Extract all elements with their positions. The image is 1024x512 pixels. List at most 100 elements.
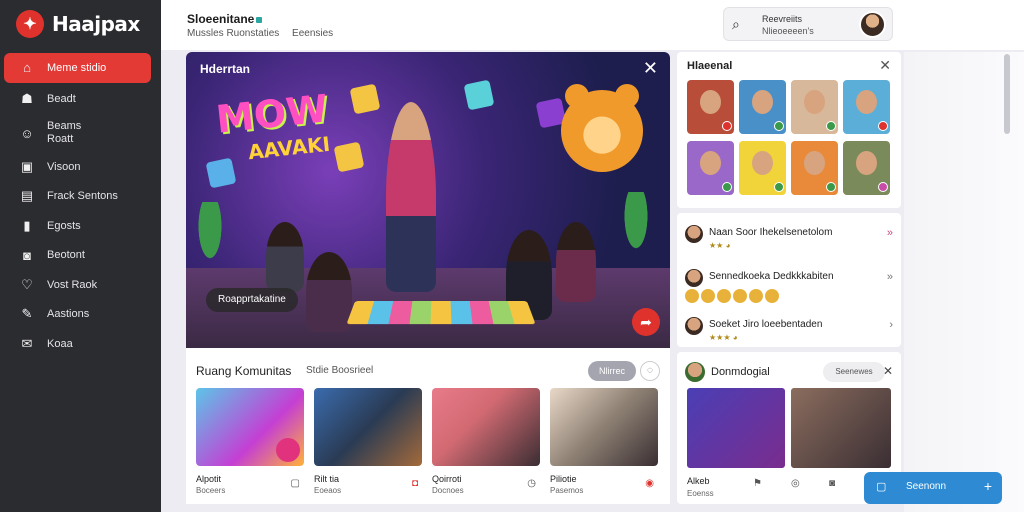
sidebar-item-label: Vost Raok [47,278,98,291]
status-badge [826,182,836,192]
sidebar-item-koaa[interactable]: ✉ Koaa [0,329,161,359]
brand-logo-icon: ✦ [16,10,44,38]
scrollbar[interactable] [1004,54,1010,134]
fab-label[interactable]: Seenonn [906,481,946,492]
close-icon[interactable]: ✕ [879,57,891,74]
avatar [685,317,703,335]
chat-row[interactable]: Sennedkoeka Dedkkkabiten » [685,269,895,309]
floating-action-bar[interactable]: ▢ Seenonn + [864,472,1002,504]
user-avatar[interactable] [859,11,886,38]
sidebar-item-label: Koaa [47,337,73,350]
card-title: Rilt tia [314,474,340,484]
close-icon[interactable]: ✕ [643,58,658,79]
chat-meta: ★★★ ◕ [709,333,738,342]
friend-avatar[interactable] [739,80,786,134]
sidebar-item-meme-studio[interactable]: ⌂ Meme stidio [4,53,151,83]
layers-icon: ▤ [20,188,34,204]
sidebar-item-vost-raok[interactable]: ♡ Vost Raok [0,270,161,300]
presenter-figure [386,102,436,292]
close-icon[interactable]: ✕ [883,364,893,378]
digital-thumbnail[interactable] [687,388,785,468]
brand[interactable]: ✦ Haajpax [0,0,161,48]
sidebar-item-beadt[interactable]: ☗ Beadt [0,85,161,115]
plant-decoration [190,202,230,282]
share-button[interactable]: ➦ [632,308,660,336]
clock-icon[interactable]: ◷ [527,478,536,489]
reaction-avatar [701,289,715,303]
cube-decoration [463,79,495,111]
community-card[interactable]: Rilt tia Eoeaos ◘ [314,388,422,495]
friend-avatar[interactable] [791,141,838,195]
bell-icon[interactable]: ◙ [829,478,835,489]
friend-avatar[interactable] [843,141,890,195]
sidebar-item-beotont[interactable]: ◙ Beotont [0,241,161,271]
digital-action-button[interactable]: Seenewes [823,362,885,382]
comment-icon[interactable]: ◎ [791,478,800,489]
page-title: Sloeenitane [187,12,263,26]
bell-icon: ▮ [23,217,31,233]
hero-chip[interactable]: Roapprtakatine [206,288,298,312]
community-card[interactable]: Alpotit Boceers ▢ [196,388,304,495]
card-title: Alpotit [196,474,222,484]
chevron-right-icon[interactable]: » [887,227,893,239]
friend-avatar[interactable] [687,80,734,134]
share-icon: ➦ [640,314,652,330]
search-line-2: Nlieoeeeen's [762,26,814,36]
record-icon[interactable]: ◉ [645,478,654,489]
chevron-right-icon[interactable]: › [889,319,893,331]
more-icon: ◌ [647,365,653,376]
sidebar-item-frack[interactable]: ▤ Frack Sentons [0,182,161,212]
notification-icon[interactable]: ◘ [412,478,418,489]
sidebar-item-label: Meme stidio [47,61,107,74]
community-action-button[interactable]: Nlirrec [588,361,636,381]
digital-sublabel: Eoenss [687,489,714,498]
verified-icon [256,16,263,23]
friend-avatar[interactable] [791,80,838,134]
bookmark-icon[interactable]: ▢ [291,478,300,489]
community-more-button[interactable]: ◌ [640,361,660,381]
chevron-right-icon[interactable]: » [887,271,893,283]
avatar [685,225,703,243]
cube-decoration [349,83,381,115]
sidebar-item-aastions[interactable]: ✎ Aastions [0,300,161,330]
friends-title: Hlaeenal [687,60,733,72]
friend-avatar[interactable] [739,141,786,195]
card-subtitle: Boceers [196,486,226,495]
avatar [685,362,705,382]
audience-figure [556,222,596,302]
audience-figure [266,222,304,292]
plant-decoration [616,192,656,272]
card-thumbnail [432,388,540,466]
sidebar-item-label: Frack Sentons [47,190,118,203]
community-card[interactable]: Piliotie Pasemos ◉ [550,388,658,495]
add-icon[interactable]: + [984,478,992,494]
sidebar-item-visoon[interactable]: ▣ Visoon [0,152,161,182]
digital-thumbnail[interactable] [791,388,891,468]
subtitle-a[interactable]: Mussles Ruonstaties [187,28,279,39]
hero-banner[interactable]: MOW AAVAKI Hderrtan ✕ Roapprtakatine ➦ [186,52,670,348]
community-card[interactable]: Qoirroti Docnoes ◷ [432,388,540,495]
new-window-icon[interactable]: ▢ [876,480,886,493]
chat-row[interactable]: Naan Soor Ihekelsenetolom ★★ ◕ » [685,225,895,255]
search-box[interactable]: ⌕ Reevreiits Nlieoeeeen's [723,7,893,41]
card-thumbnail [196,388,304,466]
friend-avatar[interactable] [843,80,890,134]
sidebar-item-egosts[interactable]: ▮ Egosts [0,211,161,241]
community-subtitle: Stdie Boosrieel [306,365,374,376]
reaction-avatar [749,289,763,303]
card-subtitle: Eoeaos [314,486,342,495]
search-icon: ⌕ [732,16,740,32]
message-icon: ✉ [21,335,33,351]
people-icon: ☺ [20,125,34,141]
mascot-bear-illustration [561,84,643,172]
cube-decoration [333,141,365,173]
friend-avatar[interactable] [687,141,734,195]
pin-icon[interactable]: ⚑ [753,478,762,489]
community-cards: Alpotit Boceers ▢ Rilt tia Eoeaos ◘ Qoir… [196,388,658,495]
subtitle-b[interactable]: Eeensies [292,28,333,39]
chat-meta: ★★ ◕ [709,241,731,250]
chat-row[interactable]: Soeket Jiro loeebentaden ★★★ ◕ › [685,317,895,347]
sidebar-item-label: Beotont [47,249,85,262]
heart-icon: ♡ [21,276,33,292]
sidebar-item-beams[interactable]: ☺ Beams Roatt [0,114,161,152]
